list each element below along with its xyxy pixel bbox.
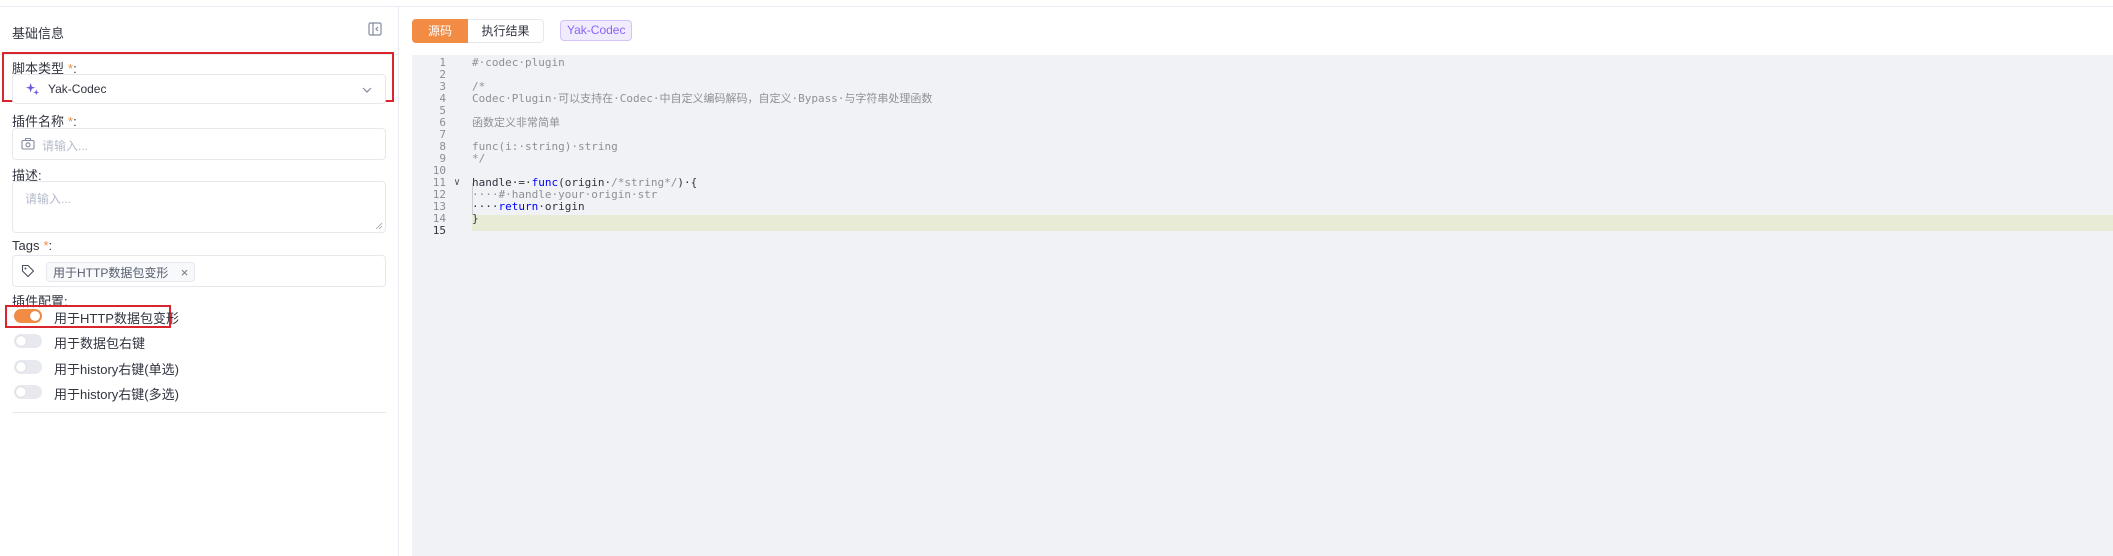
- script-type-select[interactable]: Yak-Codec: [12, 74, 386, 104]
- history-multi-toggle[interactable]: [14, 385, 42, 399]
- tag-chip: 用于HTTP数据包变形 ×: [46, 262, 196, 283]
- collapse-panel-icon[interactable]: [368, 22, 382, 36]
- camera-icon: [21, 138, 35, 150]
- description-placeholder: 请输入...: [25, 192, 72, 206]
- history-single-toggle[interactable]: [14, 360, 42, 374]
- tag-icon: [21, 264, 35, 278]
- toggle-knob: [16, 336, 26, 346]
- http-mutate-label: 用于HTTP数据包变形: [54, 311, 179, 326]
- script-type-value: Yak-Codec: [48, 82, 107, 96]
- tab-execution-result[interactable]: 执行结果: [468, 19, 544, 43]
- tags-label: Tags *:: [12, 238, 53, 253]
- resize-grip-icon[interactable]: [375, 222, 383, 230]
- toggle-knob: [16, 362, 26, 372]
- plugin-name-input[interactable]: 请输入...: [12, 128, 386, 160]
- code-panel: 源码 执行结果 Yak-Codec 1 #·codec·plugin 2 3 /…: [412, 7, 2113, 556]
- codec-sparkle-icon: [25, 82, 40, 96]
- description-textarea[interactable]: 请输入...: [12, 181, 386, 233]
- chevron-down-icon: [362, 87, 372, 93]
- tag-chip-label: 用于HTTP数据包变形: [53, 266, 169, 280]
- tag-remove-icon[interactable]: ×: [181, 263, 189, 283]
- tab-source[interactable]: 源码: [412, 19, 468, 43]
- toggle-knob: [16, 387, 26, 397]
- history-single-label: 用于history右键(单选): [54, 362, 179, 377]
- plugin-type-badge: Yak-Codec: [560, 20, 633, 41]
- basic-info-panel: 基础信息 脚本类型 *: Yak-Codec 插件名称 *: 请输入... 描述…: [0, 7, 399, 556]
- code-line: 15: [412, 223, 2113, 239]
- packet-right-click-label: 用于数据包右键: [54, 336, 146, 351]
- toggle-knob: [30, 311, 40, 321]
- code-editor[interactable]: 1 #·codec·plugin 2 3 /* 4 Codec·Plugin·可…: [412, 55, 2113, 556]
- plugin-name-placeholder: 请输入...: [42, 139, 89, 153]
- panel-header: 基础信息: [0, 7, 398, 55]
- http-mutate-toggle[interactable]: [14, 309, 42, 323]
- bottom-field-edge: [12, 412, 386, 413]
- packet-right-click-toggle[interactable]: [14, 334, 42, 348]
- panel-title: 基础信息: [12, 26, 65, 41]
- line-number: 15: [432, 224, 446, 237]
- history-multi-label: 用于history右键(多选): [54, 387, 179, 402]
- tags-select[interactable]: 用于HTTP数据包变形 ×: [12, 255, 386, 287]
